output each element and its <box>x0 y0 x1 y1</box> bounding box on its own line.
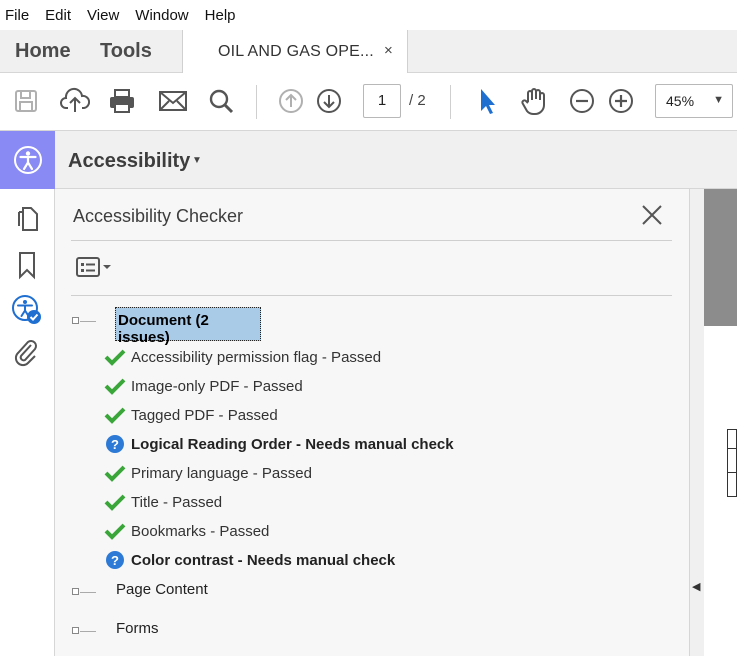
scrollbar-thumb[interactable] <box>704 189 737 326</box>
document-expander[interactable] <box>72 317 79 324</box>
passed-check-icon <box>103 492 127 512</box>
page-thumbnail <box>727 429 737 497</box>
email-icon[interactable] <box>157 85 189 117</box>
page-line <box>728 448 737 449</box>
check-item[interactable]: Bookmarks - Passed <box>103 521 269 541</box>
tool-menu-caret-icon[interactable]: ▼ <box>192 155 202 166</box>
svg-text:?: ? <box>111 553 119 568</box>
tool-title[interactable]: Accessibility <box>68 150 190 173</box>
panel-divider <box>71 240 672 241</box>
zoom-in-icon[interactable] <box>605 85 637 117</box>
page-number-input[interactable]: 1 <box>363 84 401 118</box>
tree-connector <box>80 631 96 632</box>
save-icon[interactable] <box>10 85 42 117</box>
check-label: Accessibility permission flag - Passed <box>131 348 382 366</box>
document-tab-title: OIL AND GAS OPE... <box>218 43 374 60</box>
check-item[interactable]: Image-only PDF - Passed <box>103 376 303 396</box>
check-item[interactable]: Accessibility permission flag - Passed <box>103 347 381 367</box>
passed-check-icon <box>103 376 127 396</box>
check-label: Color contrast - Needs manual check <box>131 551 396 569</box>
menu-bar: File Edit View Window Help <box>0 0 737 30</box>
hand-icon[interactable] <box>518 85 550 117</box>
tree-connector <box>80 592 96 593</box>
accessibility-tool-icon[interactable] <box>0 131 55 189</box>
close-tab-icon[interactable]: × <box>384 42 393 59</box>
check-item[interactable]: Title - Passed <box>103 492 222 512</box>
forms-expander[interactable] <box>72 627 79 634</box>
check-item[interactable]: Tagged PDF - Passed <box>103 405 278 425</box>
toolbar: 1 / 2 45% ▼ <box>0 73 737 131</box>
check-label: Logical Reading Order - Needs manual che… <box>131 435 454 453</box>
help-question-icon: ? <box>103 550 127 570</box>
page-content-node[interactable]: Page Content <box>116 581 208 598</box>
zoom-out-icon[interactable] <box>566 85 598 117</box>
document-node[interactable]: Document (2 issues) <box>115 307 261 346</box>
passed-check-icon <box>103 347 127 367</box>
prev-page-icon[interactable] <box>275 85 307 117</box>
bookmark-icon[interactable] <box>9 247 45 283</box>
check-label: Primary language - Passed <box>131 464 312 482</box>
panel-divider <box>71 295 672 296</box>
toolbar-divider <box>450 85 451 119</box>
tool-header: Accessibility ▼ <box>0 131 737 189</box>
tree-connector <box>80 321 96 322</box>
menu-window[interactable]: Window <box>135 7 188 24</box>
tab-bar: Home Tools OIL AND GAS OPE... × <box>0 30 737 74</box>
zoom-select[interactable]: 45% ▼ <box>655 84 733 118</box>
accessibility-checker-panel: Accessibility Checker Document (2 issues… <box>55 189 689 656</box>
check-label: Bookmarks - Passed <box>131 522 270 540</box>
tab-home[interactable]: Home <box>15 40 71 63</box>
upload-icon[interactable] <box>59 85 91 117</box>
attachment-icon[interactable] <box>9 334 45 370</box>
collapse-panel-icon[interactable]: ◀ <box>692 580 700 593</box>
panel-title: Accessibility Checker <box>73 206 244 226</box>
menu-file[interactable]: File <box>5 7 29 24</box>
panel-options-icon[interactable] <box>75 256 115 278</box>
forms-node[interactable]: Forms <box>116 620 159 637</box>
menu-help[interactable]: Help <box>205 7 236 24</box>
left-rail <box>0 189 55 656</box>
search-icon[interactable] <box>205 85 237 117</box>
document-view: ◀ <box>689 189 737 656</box>
page-line <box>728 472 737 473</box>
check-item[interactable]: Primary language - Passed <box>103 463 312 483</box>
passed-check-icon <box>103 463 127 483</box>
menu-edit[interactable]: Edit <box>45 7 71 24</box>
close-panel-icon[interactable] <box>640 203 664 227</box>
check-item[interactable]: ? Logical Reading Order - Needs manual c… <box>103 434 454 454</box>
chevron-down-icon: ▼ <box>713 94 724 106</box>
accessibility-checker-icon[interactable] <box>9 292 45 328</box>
zoom-value: 45% <box>666 93 695 109</box>
toolbar-divider <box>256 85 257 119</box>
tab-document[interactable]: OIL AND GAS OPE... × <box>182 30 408 74</box>
pages-icon[interactable] <box>9 200 45 236</box>
passed-check-icon <box>103 405 127 425</box>
select-cursor-icon[interactable] <box>470 85 502 117</box>
help-question-icon: ? <box>103 434 127 454</box>
print-icon[interactable] <box>106 85 138 117</box>
page-content-expander[interactable] <box>72 588 79 595</box>
check-item[interactable]: ? Color contrast - Needs manual check <box>103 550 395 570</box>
menu-view[interactable]: View <box>87 7 119 24</box>
check-label: Tagged PDF - Passed <box>131 406 278 424</box>
page-total-label: / 2 <box>409 92 426 109</box>
check-label: Title - Passed <box>131 493 223 511</box>
next-page-icon[interactable] <box>313 85 345 117</box>
tab-tools[interactable]: Tools <box>100 40 152 63</box>
check-label: Image-only PDF - Passed <box>131 377 303 395</box>
svg-text:?: ? <box>111 437 119 452</box>
passed-check-icon <box>103 521 127 541</box>
